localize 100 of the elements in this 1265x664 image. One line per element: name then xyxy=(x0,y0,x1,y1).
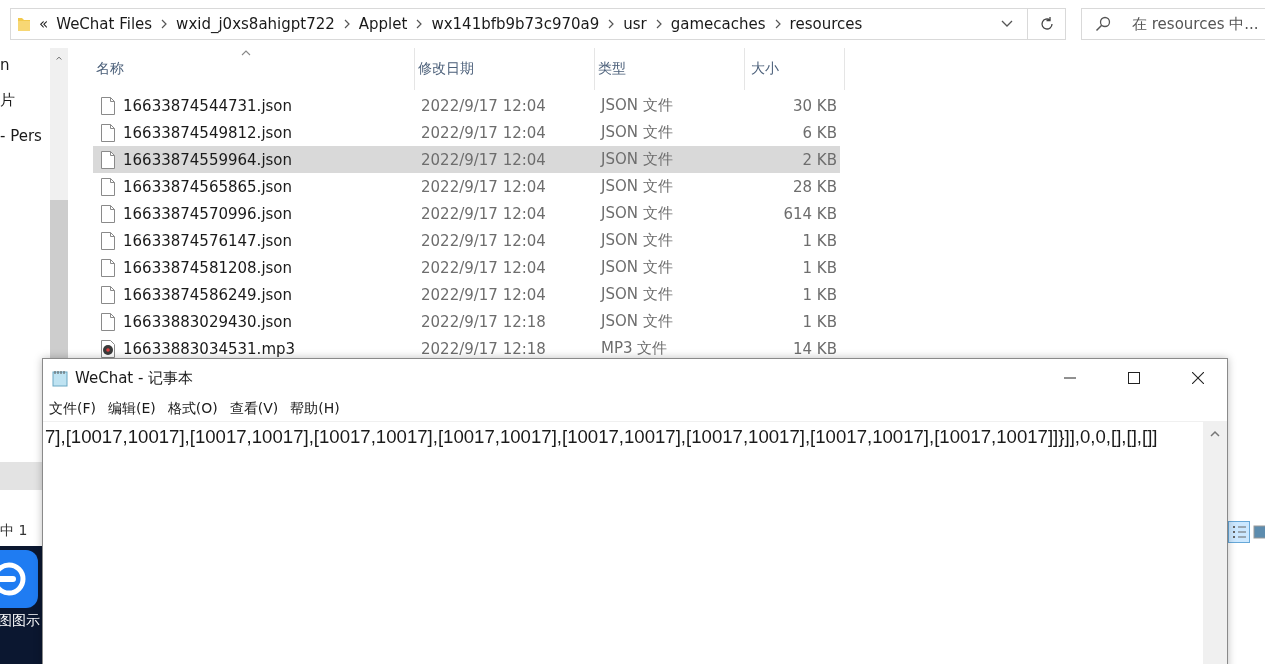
file-date: 2022/9/17 12:04 xyxy=(420,204,547,223)
file-icon xyxy=(101,177,115,196)
file-size: 1 KB xyxy=(801,285,837,304)
file-icon xyxy=(101,312,115,331)
refresh-icon xyxy=(1038,16,1055,32)
file-row[interactable]: 16633874559964.json 2022/9/17 12:04 JSON 文件 2 KB xyxy=(93,146,840,173)
file-type: JSON 文件 xyxy=(599,258,674,277)
file-name: 16633874544731.json xyxy=(123,96,293,115)
close-icon xyxy=(1192,372,1204,384)
sort-icon xyxy=(240,50,251,56)
file-date: 2022/9/17 12:04 xyxy=(420,150,547,169)
scrollbar[interactable] xyxy=(50,48,68,358)
column-header[interactable]: 类型 xyxy=(595,48,745,90)
file-row[interactable]: 16633874570996.json 2022/9/17 12:04 JSON 文件 614 KB xyxy=(93,200,840,227)
menu-item[interactable]: 格式(O) xyxy=(167,400,218,418)
maximize-icon xyxy=(1128,372,1140,384)
horizontal-scrollbar[interactable] xyxy=(0,462,42,490)
file-row[interactable]: 16633874549812.json 2022/9/17 12:04 JSON 文件 6 KB xyxy=(93,119,840,146)
nav-item[interactable]: 片 xyxy=(0,91,50,110)
chevron-right-icon xyxy=(607,19,616,29)
file-row[interactable]: 16633874565865.json 2022/9/17 12:04 JSON 文件 28 KB xyxy=(93,173,840,200)
file-date: 2022/9/17 12:04 xyxy=(420,231,547,250)
file-icon xyxy=(101,123,115,142)
file-row[interactable]: 16633874586249.json 2022/9/17 12:04 JSON 文件 1 KB xyxy=(93,281,840,308)
file-type: JSON 文件 xyxy=(599,231,674,250)
file-size: 614 KB xyxy=(782,204,837,223)
file-icon xyxy=(101,285,115,304)
breadcrumb-item[interactable]: Applet xyxy=(358,15,408,33)
chevron-right-icon xyxy=(415,19,424,29)
breadcrumb-item[interactable]: wxid_j0xs8ahigpt722 xyxy=(176,15,335,33)
breadcrumb-item[interactable]: usr xyxy=(623,15,647,33)
file-icon xyxy=(101,204,115,223)
scroll-up-icon[interactable] xyxy=(1210,430,1220,437)
breadcrumb-item[interactable]: wx141bfb9b73c970a9 xyxy=(431,15,600,33)
notepad-icon xyxy=(51,369,69,387)
file-size: 28 KB xyxy=(792,177,837,196)
file-row[interactable]: 16633883034531.mp3 2022/9/17 12:18 MP3 文件 14 KB xyxy=(93,335,840,362)
file-name: 16633883029430.json xyxy=(123,312,293,331)
address-bar[interactable]: « WeChat Files wxid_j0xs8ahigpt722 Applet wx141bfb9b73c970a9 usr gamecaches resources xyxy=(10,8,1028,40)
file-size: 1 KB xyxy=(801,258,837,277)
file-icon xyxy=(101,231,115,250)
file-type: JSON 文件 xyxy=(599,285,674,304)
status-text: 中 1 xyxy=(0,522,28,540)
dropdown-icon[interactable] xyxy=(1001,20,1013,28)
file-date: 2022/9/17 12:18 xyxy=(420,339,547,358)
breadcrumb-item[interactable]: WeChat Files xyxy=(56,15,153,33)
minimize-icon xyxy=(1064,377,1076,379)
window-title: WeChat - 记事本 xyxy=(75,368,195,388)
chevron-right-icon xyxy=(773,19,782,29)
file-date: 2022/9/17 12:04 xyxy=(420,258,547,277)
file-size: 14 KB xyxy=(792,339,837,358)
file-name: 16633874565865.json xyxy=(123,177,293,196)
file-date: 2022/9/17 12:18 xyxy=(420,312,547,331)
file-row[interactable]: 16633874576147.json 2022/9/17 12:04 JSON 文件 1 KB xyxy=(93,227,840,254)
file-name: 16633874576147.json xyxy=(123,231,293,250)
file-icon xyxy=(101,150,115,169)
menu-item[interactable]: 文件(F) xyxy=(49,400,96,418)
nav-item[interactable]: n xyxy=(0,56,50,74)
file-name: 16633874559964.json xyxy=(123,150,293,169)
menu-item[interactable]: 编辑(E) xyxy=(108,400,156,418)
menu-item[interactable]: 查看(V) xyxy=(229,400,279,418)
file-name: 16633874549812.json xyxy=(123,123,293,142)
file-row[interactable]: 16633874581208.json 2022/9/17 12:04 JSON 文件 1 KB xyxy=(93,254,840,281)
back-chevron[interactable]: « xyxy=(39,15,49,33)
menu-item[interactable]: 帮助(H) xyxy=(290,400,340,418)
details-view-icon[interactable] xyxy=(1228,521,1250,543)
search-field[interactable]: 在 resources 中... xyxy=(1081,8,1265,40)
file-row[interactable]: 16633874544731.json 2022/9/17 12:04 JSON 文件 30 KB xyxy=(93,92,840,119)
file-type: JSON 文件 xyxy=(599,177,674,196)
file-size: 30 KB xyxy=(792,96,837,115)
file-type: JSON 文件 xyxy=(599,96,674,115)
file-name: 16633874570996.json xyxy=(123,204,293,223)
text-content[interactable]: 7],[10017,10017],[10017,10017],[10017,10017],[10017,10017],[10017,10017],[10017,10017],[10017,10017],[10017,10017]]}]],0,0,[],[],[]] xyxy=(43,422,1203,448)
refresh-button[interactable] xyxy=(1028,8,1066,40)
breadcrumb-item[interactable]: gamecaches xyxy=(670,15,766,33)
file-date: 2022/9/17 12:04 xyxy=(420,123,547,142)
file-type: JSON 文件 xyxy=(599,312,674,331)
file-type: JSON 文件 xyxy=(599,123,674,142)
file-size: 6 KB xyxy=(801,123,837,142)
file-date: 2022/9/17 12:04 xyxy=(420,285,547,304)
nav-item[interactable]: - Pers xyxy=(0,127,50,145)
file-date: 2022/9/17 12:04 xyxy=(420,96,547,115)
chevron-right-icon xyxy=(342,19,351,29)
column-header[interactable]: 名称 xyxy=(93,48,415,90)
file-icon xyxy=(101,96,115,115)
file-name: 16633874581208.json xyxy=(123,258,293,277)
column-header[interactable]: 大小 xyxy=(745,48,845,90)
file-type: JSON 文件 xyxy=(599,150,674,169)
scrollbar[interactable] xyxy=(1203,422,1227,664)
file-name: 16633883034531.mp3 xyxy=(123,339,296,358)
breadcrumb-item[interactable]: resources xyxy=(789,15,863,33)
search-icon xyxy=(1095,16,1111,32)
folder-icon xyxy=(17,16,31,32)
scroll-up-icon[interactable] xyxy=(54,56,64,61)
file-name: 16633874586249.json xyxy=(123,285,293,304)
file-date: 2022/9/17 12:04 xyxy=(420,177,547,196)
file-size: 1 KB xyxy=(801,231,837,250)
file-size: 1 KB xyxy=(801,312,837,331)
file-row[interactable]: 16633883029430.json 2022/9/17 12:18 JSON 文件 1 KB xyxy=(93,308,840,335)
column-header[interactable]: 修改日期 xyxy=(415,48,595,90)
